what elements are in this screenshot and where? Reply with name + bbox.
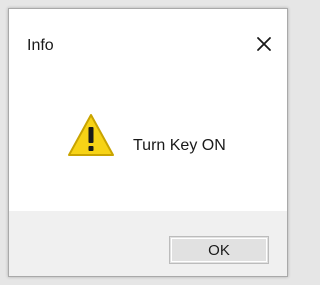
title-bar: Info bbox=[9, 9, 287, 69]
warning-icon bbox=[67, 113, 115, 157]
ok-button[interactable]: OK bbox=[169, 236, 269, 264]
dialog-footer: OK bbox=[9, 211, 287, 276]
close-icon[interactable] bbox=[253, 33, 275, 55]
dialog-content: Turn Key ON bbox=[9, 69, 287, 211]
dialog-message: Turn Key ON bbox=[133, 137, 226, 154]
message-dialog: Info Turn Key ON OK bbox=[8, 8, 288, 277]
window-title: Info bbox=[27, 37, 54, 54]
